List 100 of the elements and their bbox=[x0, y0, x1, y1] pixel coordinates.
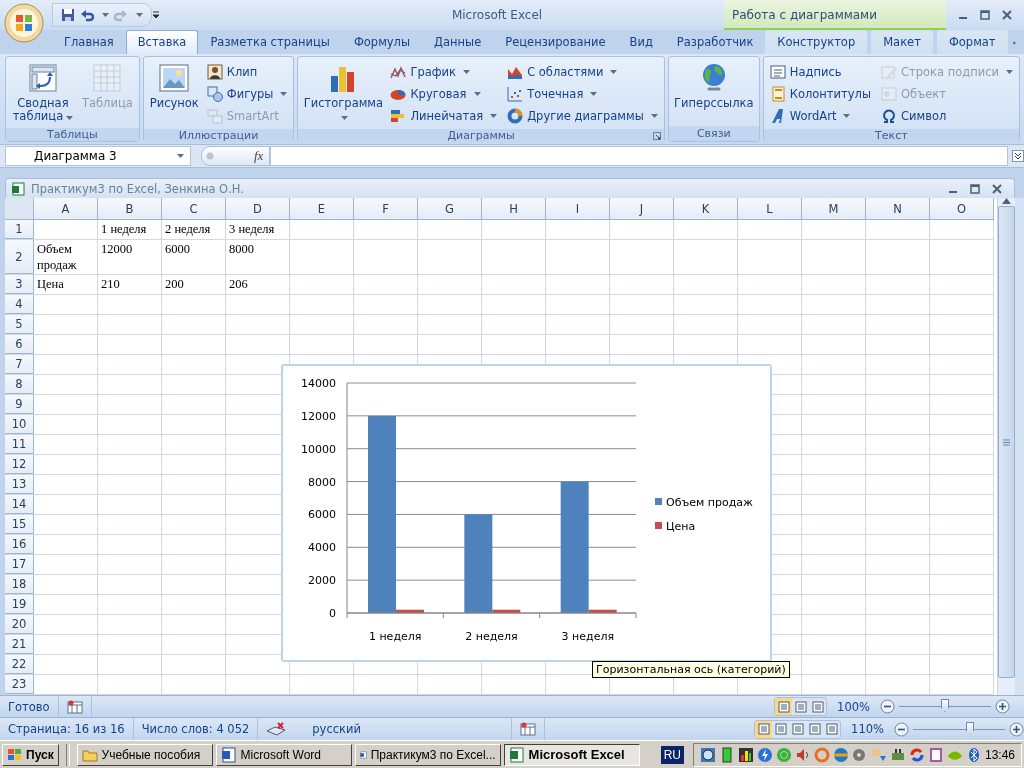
ribbon-button[interactable]: Гистограмма bbox=[302, 59, 385, 127]
column-header[interactable]: D bbox=[226, 198, 290, 220]
ribbon-button[interactable]: Фигуры bbox=[204, 83, 290, 105]
spelling-book-icon[interactable] bbox=[266, 722, 287, 736]
view-button[interactable] bbox=[772, 720, 790, 738]
view-button[interactable] bbox=[806, 720, 824, 738]
chart-area[interactable]: 0 2000 4000 6000 8000 10000 12000 14000 1 неделя 2 неделя 3 неделя Объем продаж Цена bbox=[281, 364, 772, 662]
view-button[interactable] bbox=[775, 698, 793, 715]
bluetooth-icon[interactable] bbox=[966, 746, 982, 763]
ribbon-button[interactable]: Колонтитулы bbox=[767, 83, 873, 105]
view-button[interactable] bbox=[792, 698, 810, 715]
zoom-level[interactable]: 100% bbox=[827, 699, 880, 714]
zoom-slider[interactable] bbox=[941, 699, 949, 712]
note-icon[interactable] bbox=[928, 746, 944, 763]
ribbon-tab[interactable]: Конструктор bbox=[765, 30, 868, 54]
row-header[interactable]: 11 bbox=[5, 435, 34, 454]
monitor-icon[interactable] bbox=[700, 746, 716, 763]
scrollbar[interactable] bbox=[1015, 198, 1024, 695]
row-header[interactable]: 19 bbox=[5, 595, 34, 614]
ribbon-tab[interactable]: Разметка страницы bbox=[198, 30, 342, 54]
row-header[interactable]: 9 bbox=[5, 395, 34, 414]
sync-icon[interactable] bbox=[909, 746, 925, 763]
view-button[interactable] bbox=[823, 720, 841, 738]
row-header[interactable]: 15 bbox=[5, 515, 34, 534]
ribbon-button[interactable]: Сводная таблица bbox=[10, 59, 76, 126]
taskbar-button[interactable]: Учебные пособия bbox=[76, 743, 213, 766]
customize-icon[interactable] bbox=[152, 11, 160, 19]
column-header[interactable]: G bbox=[418, 198, 482, 220]
zoom-in-button[interactable] bbox=[995, 699, 1010, 714]
column-header[interactable]: O bbox=[930, 198, 994, 220]
ribbon-button[interactable]: Круговая bbox=[388, 83, 500, 105]
insert-function-button[interactable]: fx bbox=[254, 148, 264, 164]
column-header[interactable]: A bbox=[34, 198, 98, 220]
column-header[interactable]: B bbox=[98, 198, 162, 220]
column-header[interactable]: L bbox=[738, 198, 802, 220]
view-button[interactable] bbox=[809, 698, 827, 715]
expand-icon[interactable] bbox=[1012, 150, 1024, 162]
row-header[interactable]: 5 bbox=[5, 315, 34, 334]
ribbon-button[interactable]: Гиперссылка bbox=[672, 59, 755, 124]
zoom-out-button[interactable] bbox=[894, 721, 909, 737]
row-header[interactable]: 21 bbox=[5, 635, 34, 654]
row-header[interactable]: 2 bbox=[5, 240, 34, 274]
ribbon-tab[interactable]: Главная bbox=[52, 30, 126, 54]
formula-field[interactable] bbox=[270, 146, 1008, 166]
row-header[interactable]: 8 bbox=[5, 375, 34, 394]
bar-chart-icon[interactable] bbox=[738, 746, 754, 763]
ribbon-button[interactable]: WordArt bbox=[767, 105, 873, 127]
row-header[interactable]: 20 bbox=[5, 615, 34, 634]
close-icon[interactable] bbox=[992, 183, 1002, 194]
language-label[interactable]: русский bbox=[312, 722, 361, 736]
row-header[interactable]: 16 bbox=[5, 535, 34, 554]
taskbar-button[interactable]: Практикум3 по Excel... bbox=[354, 743, 501, 766]
ribbon-button[interactable]: Клип bbox=[204, 61, 290, 83]
taskbar-button[interactable]: Microsoft Excel bbox=[503, 743, 640, 766]
column-header[interactable]: J bbox=[610, 198, 674, 220]
taskbar-button[interactable]: Microsoft Word bbox=[215, 743, 352, 766]
column-header[interactable]: K bbox=[674, 198, 738, 220]
row-header[interactable]: 6 bbox=[5, 335, 34, 354]
row-header[interactable]: 17 bbox=[5, 555, 34, 574]
ribbon-button[interactable]: Символ bbox=[879, 105, 1015, 127]
name-box[interactable]: Диаграмма 3 bbox=[5, 146, 191, 166]
zoom-in-button[interactable] bbox=[1009, 721, 1024, 737]
zoom-out-button[interactable] bbox=[880, 699, 895, 714]
ribbon-tab[interactable]: Макет bbox=[871, 30, 933, 54]
row-header[interactable]: 22 bbox=[5, 655, 34, 674]
ribbon-tab[interactable]: Формулы bbox=[341, 30, 423, 54]
column-header[interactable]: N bbox=[866, 198, 930, 220]
clock[interactable]: 13:46 bbox=[985, 747, 1015, 762]
ribbon-tab[interactable]: Формат bbox=[936, 30, 1008, 54]
globe-icon[interactable] bbox=[833, 746, 849, 763]
column-header[interactable]: I bbox=[546, 198, 610, 220]
disc-icon[interactable] bbox=[852, 746, 868, 763]
zoom-level[interactable]: 110% bbox=[841, 722, 894, 736]
column-header[interactable]: F bbox=[354, 198, 418, 220]
ribbon-button[interactable]: Надпись bbox=[767, 61, 873, 83]
row-header[interactable]: 3 bbox=[5, 275, 34, 294]
ribbon-tab[interactable]: Рецензирование bbox=[493, 30, 618, 54]
start-button[interactable]: Пуск bbox=[2, 743, 59, 766]
language-indicator[interactable]: RU bbox=[660, 745, 684, 764]
column-header[interactable]: M bbox=[802, 198, 866, 220]
column-header[interactable]: E bbox=[290, 198, 354, 220]
maximize-icon[interactable] bbox=[980, 10, 990, 20]
plug-icon[interactable] bbox=[890, 746, 906, 763]
up-arrow-icon[interactable] bbox=[1002, 198, 1012, 204]
ribbon-button[interactable]: Другие диаграммы bbox=[505, 105, 660, 127]
ring-icon[interactable] bbox=[814, 746, 830, 763]
row-header[interactable]: 14 bbox=[5, 495, 34, 514]
column-header[interactable]: H bbox=[482, 198, 546, 220]
ribbon-tab[interactable]: Данные bbox=[422, 30, 494, 54]
row-header[interactable]: 18 bbox=[5, 575, 34, 594]
ribbon-button[interactable]: Рисунок bbox=[147, 59, 201, 127]
ribbon-button[interactable]: Точечная bbox=[505, 83, 660, 105]
zoom-slider[interactable] bbox=[966, 721, 975, 735]
dialog-launcher-icon[interactable] bbox=[652, 132, 661, 140]
ribbon-tab[interactable]: Вставка bbox=[125, 30, 199, 54]
close-icon[interactable] bbox=[1002, 10, 1012, 20]
ribbon-button[interactable]: Линейчатая bbox=[388, 105, 500, 127]
save-icon[interactable] bbox=[61, 8, 75, 22]
ribbon-button[interactable]: График bbox=[388, 61, 500, 83]
workbook-maximize-icon[interactable] bbox=[970, 183, 980, 194]
